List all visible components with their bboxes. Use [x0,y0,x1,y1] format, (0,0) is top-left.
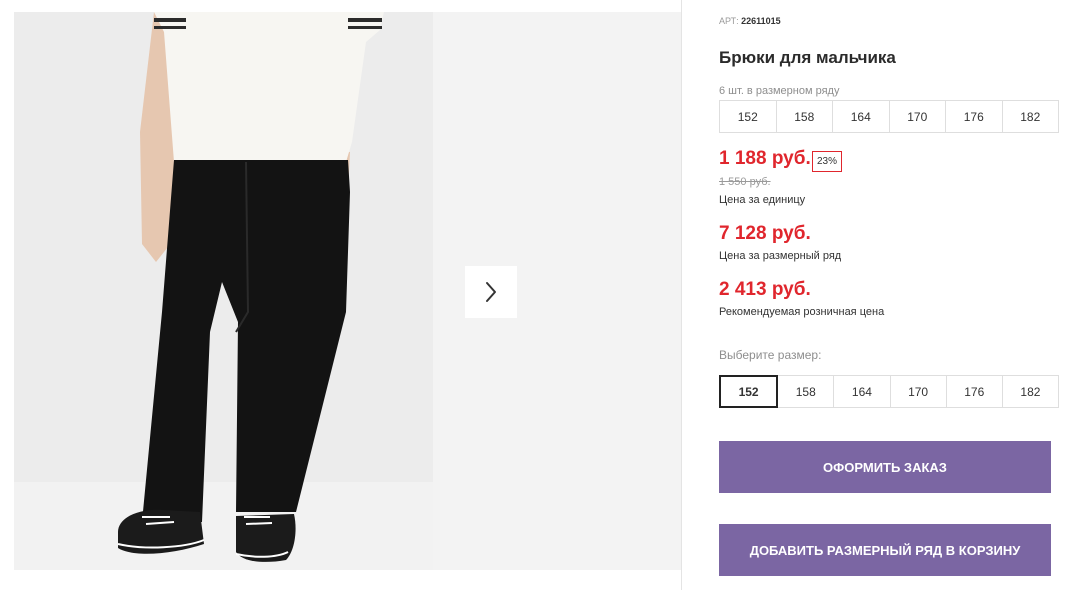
pack-size-cell: 170 [888,100,946,133]
retail-price-label: Рекомендуемая розничная цена [719,306,885,318]
pack-size-cell: 158 [775,100,833,133]
size-option[interactable]: 182 [1001,375,1060,408]
article-label: АРТ: [719,16,739,26]
unit-price-label: Цена за единицу [719,194,806,206]
article-number: АРТ: 22611015 [719,16,781,26]
pack-price: 7 128 руб. [719,223,811,244]
old-price: 1 550 руб. [719,176,771,188]
pack-price-label: Цена за размерный ряд [719,250,842,262]
pack-size-cell: 176 [945,100,1003,133]
size-option[interactable]: 170 [889,375,947,408]
size-option-selected[interactable]: 152 [719,375,779,408]
product-photo-illustration [14,12,433,570]
size-picker: 152 158 164 170 176 182 [719,375,1060,408]
size-option[interactable]: 176 [945,375,1003,408]
article-value: 22611015 [741,16,781,26]
product-gallery [14,12,681,570]
pack-size-cell: 152 [719,100,777,133]
pack-size-table: 152 158 164 170 176 182 [719,100,1059,133]
unit-price: 1 188 руб. [719,148,811,169]
product-photo[interactable] [14,12,433,570]
order-button[interactable]: ОФОРМИТЬ ЗАКАЗ [719,441,1051,493]
pack-note: 6 шт. в размерном ряду [719,85,840,97]
pack-size-cell: 182 [1001,100,1059,133]
add-pack-to-cart-button[interactable]: ДОБАВИТЬ РАЗМЕРНЫЙ РЯД В КОРЗИНУ [719,524,1051,576]
product-title: Брюки для мальчика [719,48,896,67]
discount-badge: 23% [812,151,843,172]
column-divider [681,0,682,590]
gallery-next-button[interactable] [465,266,517,318]
retail-price: 2 413 руб. [719,279,811,300]
size-option[interactable]: 164 [833,375,891,408]
size-picker-label: Выберите размер: [719,348,822,362]
chevron-right-icon [486,282,496,302]
size-option[interactable]: 158 [777,375,835,408]
pack-size-cell: 164 [832,100,890,133]
